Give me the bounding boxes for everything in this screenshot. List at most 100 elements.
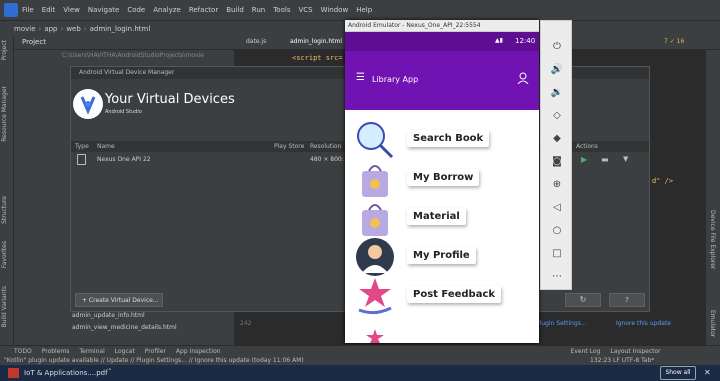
more-icon[interactable]: ⋯ (549, 269, 565, 285)
build-variants-tool-tab[interactable]: Build Variants (1, 286, 8, 327)
left-tool-strip: Project Resource Manager Structure Favor… (0, 36, 14, 345)
device-name: Nexus One API 22 (97, 156, 151, 163)
run-device-icon[interactable]: ▶ (581, 155, 587, 164)
editor-tab-admin-login[interactable]: admin_login.html (290, 38, 342, 45)
menu-tools[interactable]: Tools (273, 6, 290, 14)
rotate-left-icon[interactable]: ◇ (549, 108, 565, 124)
menu-navigate[interactable]: Navigate (88, 6, 119, 14)
help-icon[interactable]: ? (609, 293, 645, 307)
project-dropdown[interactable]: Project (22, 38, 46, 46)
bag-icon (362, 165, 388, 197)
user-avatar-icon (356, 238, 394, 276)
menu-view[interactable]: View (63, 6, 80, 14)
my-profile-label: My Profile (407, 247, 476, 264)
menu-help[interactable]: Help (356, 6, 372, 14)
code-line: <script src= (292, 54, 343, 62)
structure-tool-tab[interactable]: Structure (1, 196, 8, 224)
breadcrumb-movie[interactable]: movie (14, 25, 36, 33)
col-type[interactable]: Type (75, 143, 89, 150)
layout-inspector-tab[interactable]: Layout Inspector (610, 348, 660, 355)
breadcrumb-file[interactable]: admin_login.html (90, 25, 151, 33)
profiler-tab[interactable]: Profiler (145, 348, 166, 355)
refresh-icon[interactable]: ↻ (565, 293, 601, 307)
col-play-store[interactable]: Play Store (274, 143, 304, 150)
search-book-label: Search Book (407, 130, 490, 147)
menu-icon[interactable]: ☰ (356, 72, 365, 83)
menu-list: Search Book My Borrow Material My Profil… (345, 110, 539, 343)
volume-down-icon[interactable]: 🔉 (549, 85, 565, 101)
breadcrumb-web[interactable]: web (66, 25, 80, 33)
resource-manager-tool-tab[interactable]: Resource Manager (1, 86, 8, 142)
col-actions[interactable]: Actions (576, 143, 598, 150)
list-item-my-profile[interactable]: My Profile (355, 237, 539, 277)
overview-icon[interactable]: □ (549, 246, 565, 262)
pdf-icon (8, 368, 19, 378)
file-admin-update-info[interactable]: admin_update_info.html (72, 312, 145, 319)
camera-icon[interactable]: ◙ (549, 154, 565, 170)
file-admin-view-medicine[interactable]: admin_view_medicine_details.html (72, 324, 177, 331)
device-resolution: 480 × 800: h (310, 156, 350, 163)
menu-code[interactable]: Code (127, 6, 145, 14)
status-bar: ▲▮ 12:40 (345, 32, 539, 51)
star-hand-icon (358, 278, 392, 315)
menu-edit[interactable]: Edit (42, 6, 56, 14)
breadcrumb-app[interactable]: app (44, 25, 57, 33)
status-message[interactable]: "Kotlin" plugin update available // Upda… (4, 357, 304, 364)
android-studio-logo (73, 89, 103, 119)
menu-file[interactable]: File (22, 6, 34, 14)
more-actions-icon[interactable]: ▼ (623, 155, 628, 163)
download-item[interactable]: IoT & Applications....pdf (24, 369, 108, 377)
list-item-post-feedback[interactable]: Post Feedback (355, 276, 539, 316)
line-number: 242 (240, 320, 252, 327)
show-all-button[interactable]: Show all (660, 366, 696, 380)
clock: 12:40 (515, 37, 536, 45)
emulator-tab[interactable]: Emulator (709, 310, 716, 337)
event-log-tab[interactable]: Event Log (571, 348, 601, 355)
favorites-tool-tab[interactable]: Favorites (1, 241, 8, 268)
plugin-settings-link[interactable]: Plugin Settings... (536, 320, 587, 327)
rotate-right-icon[interactable]: ◆ (549, 131, 565, 147)
menu-build[interactable]: Build (226, 6, 244, 14)
menu-refactor[interactable]: Refactor (189, 6, 218, 14)
cursor-position[interactable]: 132:23 LF UTF-8 Tab* (590, 357, 654, 365)
close-icon[interactable]: ✕ (704, 368, 711, 377)
profile-icon[interactable] (517, 72, 529, 84)
power-icon[interactable]: ⏻ (549, 39, 565, 55)
menu-vcs[interactable]: VCS (298, 6, 312, 14)
star-icon (366, 329, 384, 343)
menu-run[interactable]: Run (252, 6, 265, 14)
logcat-tab[interactable]: Logcat (115, 348, 135, 355)
folder-icon[interactable]: ▬ (601, 155, 609, 164)
col-resolution[interactable]: Resolution (310, 143, 341, 150)
editor-tab-date-js[interactable]: date.js (246, 38, 266, 45)
magnifier-icon (357, 122, 394, 159)
todo-tab[interactable]: TODO (14, 348, 32, 355)
download-menu-chevron-icon[interactable]: ˄ (108, 368, 112, 376)
emulator-controls: ⏻ 🔊 🔉 ◇ ◆ ◙ ⊕ ◁ ○ □ ⋯ (540, 20, 572, 290)
right-tool-strip: Device File Explorer Emulator (706, 50, 720, 345)
project-path: C:\Users\HAVITHA\AndroidStudioProjects\m… (62, 52, 204, 59)
app-inspection-tab[interactable]: App Inspection (176, 348, 221, 355)
material-label: Material (407, 208, 466, 225)
zoom-icon[interactable]: ⊕ (549, 177, 565, 193)
list-item-material[interactable]: Material (355, 198, 539, 238)
device-file-explorer-tab[interactable]: Device File Explorer (709, 210, 716, 269)
problems-tab[interactable]: Problems (42, 348, 70, 355)
ignore-update-link[interactable]: Ignore this update (616, 320, 671, 327)
avd-subheading: Android Studio (105, 109, 142, 115)
create-virtual-device-button[interactable]: + Create Virtual Device... (75, 293, 163, 307)
inspection-count[interactable]: 7 ✓ 16 (664, 38, 684, 45)
emulator-title: Android Emulator - Nexus_One_API_22:5554 (345, 20, 539, 32)
menu-analyze[interactable]: Analyze (153, 6, 181, 14)
terminal-tab[interactable]: Terminal (79, 348, 104, 355)
volume-up-icon[interactable]: 🔊 (549, 62, 565, 78)
col-name[interactable]: Name (97, 143, 115, 150)
project-tool-tab[interactable]: Project (1, 40, 8, 61)
back-icon[interactable]: ◁ (549, 200, 565, 216)
list-item-my-borrow[interactable]: My Borrow (355, 159, 539, 199)
download-bar: IoT & Applications....pdf ˄ Show all ✕ (0, 365, 720, 381)
home-icon[interactable]: ○ (549, 223, 565, 239)
menu-window[interactable]: Window (321, 6, 349, 14)
list-item-search-book[interactable]: Search Book (355, 120, 539, 160)
emulator-window: Android Emulator - Nexus_One_API_22:5554… (345, 20, 539, 343)
